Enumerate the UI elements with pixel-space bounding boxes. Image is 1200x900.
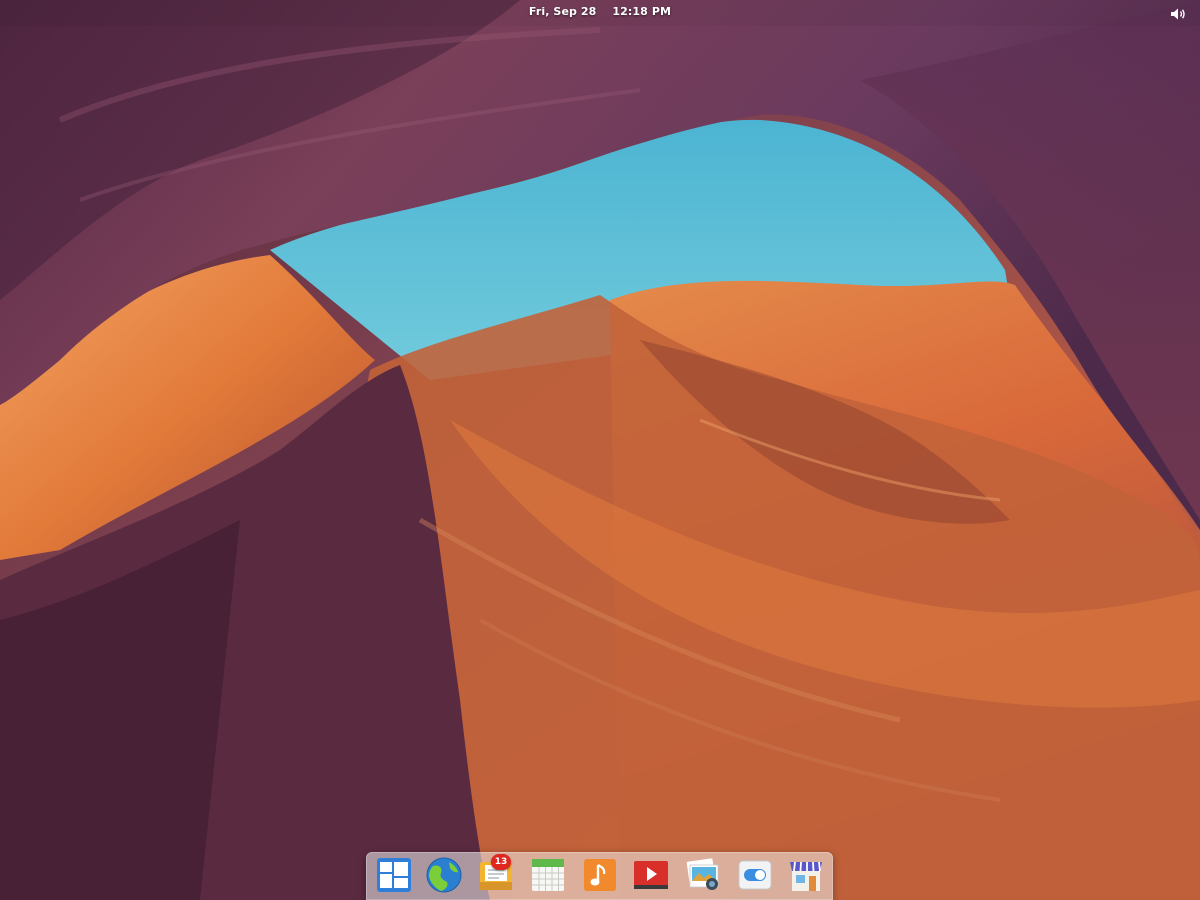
time-label: 12:18 PM: [612, 5, 672, 18]
video-play-icon: [634, 861, 668, 889]
multitasking-view-icon: [377, 858, 411, 892]
store-icon: [790, 861, 822, 891]
calendar-icon: [532, 859, 564, 891]
dock-item-photos[interactable]: [684, 856, 722, 894]
dock-item-app-center[interactable]: [787, 856, 825, 894]
dock-item-multitasking-view[interactable]: [375, 856, 413, 894]
dock-item-mail[interactable]: 13: [477, 854, 515, 894]
unread-count-badge: 13: [491, 854, 511, 870]
dock-item-videos[interactable]: [632, 856, 670, 894]
desktop: Fri, Sep 28 12:18 PM 13: [0, 0, 1200, 900]
date-label: Fri, Sep 28: [528, 5, 597, 18]
dock-item-music[interactable]: [581, 856, 619, 894]
globe-icon: [426, 857, 462, 893]
dock-item-web-browser[interactable]: [425, 856, 463, 894]
music-note-icon: [584, 859, 616, 891]
dock: 13: [366, 852, 833, 900]
dock-item-calendar[interactable]: [529, 856, 567, 894]
dock-item-system-settings[interactable]: [736, 856, 774, 894]
toggle-switch-icon: [738, 860, 772, 890]
desktop-wallpaper: [0, 0, 1200, 900]
date-time-indicator[interactable]: Fri, Sep 28 12:18 PM: [0, 5, 1200, 18]
photos-icon: [686, 858, 719, 890]
top-panel: Fri, Sep 28 12:18 PM: [0, 0, 1200, 26]
volume-icon[interactable]: [1170, 6, 1188, 20]
